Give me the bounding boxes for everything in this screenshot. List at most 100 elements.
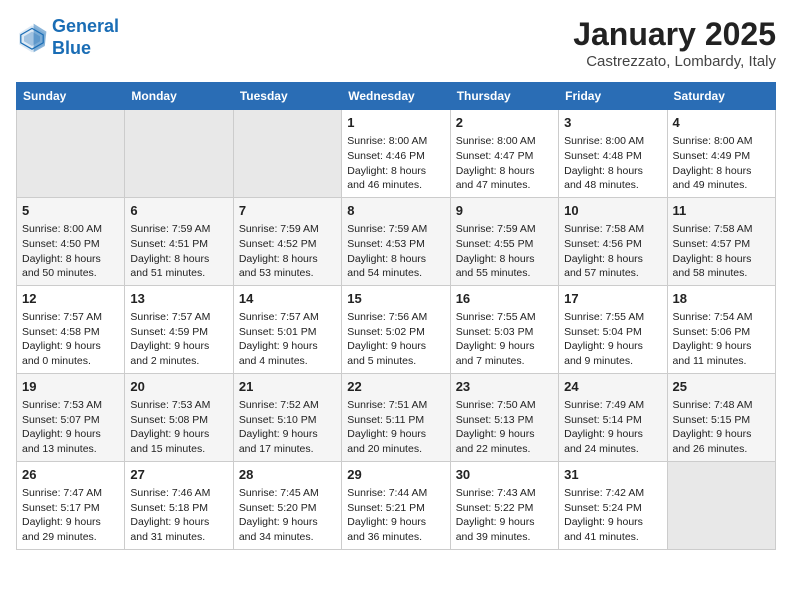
cell-content-line: Daylight: 8 hours <box>22 252 119 267</box>
cell-content-line: and 7 minutes. <box>456 354 553 369</box>
calendar-cell: 10Sunrise: 7:58 AMSunset: 4:56 PMDayligh… <box>559 197 667 285</box>
calendar-cell: 21 Sunrise: 7:52 AMSunset: 5:10 PMDayligh… <box>233 373 341 461</box>
day-number: 19 <box>22 378 119 396</box>
calendar-cell: 1Sunrise: 8:00 AMSunset: 4:46 PMDaylight… <box>342 110 450 198</box>
calendar-week-row: 12Sunrise: 7:57 AMSunset: 4:58 PMDayligh… <box>17 285 776 373</box>
cell-content-line: Sunrise: 7:56 AM <box>347 310 444 325</box>
cell-content-line: Sunrise: 7:42 AM <box>564 486 661 501</box>
calendar-cell <box>233 110 341 198</box>
calendar-cell: 15 Sunrise: 7:56 AMSunset: 5:02 PMDayligh… <box>342 285 450 373</box>
cell-content-line: Sunrise: 7:59 AM <box>347 222 444 237</box>
cell-content-line: Sunrise: 7:57 AM <box>22 310 119 325</box>
calendar-week-row: 19Sunrise: 7:53 AMSunset: 5:07 PMDayligh… <box>17 373 776 461</box>
day-number: 20 <box>130 378 227 396</box>
calendar-cell: 22Sunrise: 7:51 AMSunset: 5:11 PMDayligh… <box>342 373 450 461</box>
cell-content-line: Sunset: 5:17 PM <box>22 501 119 516</box>
cell-content-line: Sunset: 5:24 PM <box>564 501 661 516</box>
logo-icon <box>16 22 48 54</box>
cell-content-line: Sunset: 5:10 PM <box>239 413 336 428</box>
day-number: 8 <box>347 202 444 220</box>
cell-content-line: Sunset: 4:52 PM <box>239 237 336 252</box>
cell-content-line: Sunset: 5:02 PM <box>347 325 444 340</box>
day-number: 1 <box>347 114 444 132</box>
cell-content-line: and 22 minutes. <box>456 442 553 457</box>
cell-content-line: Sunrise: 8:00 AM <box>22 222 119 237</box>
cell-content-line: and 26 minutes. <box>673 442 770 457</box>
cell-content-line: Sunset: 4:57 PM <box>673 237 770 252</box>
calendar-cell: 5Sunrise: 8:00 AMSunset: 4:50 PMDaylight… <box>17 197 125 285</box>
cell-content-line: Daylight: 8 hours <box>673 252 770 267</box>
calendar-subtitle: Castrezzato, Lombardy, Italy <box>573 53 776 70</box>
day-number: 9 <box>456 202 553 220</box>
cell-content-line: and 29 minutes. <box>22 530 119 545</box>
day-number: 22 <box>347 378 444 396</box>
cell-content-line: Daylight: 9 hours <box>456 515 553 530</box>
calendar-cell: 13Sunrise: 7:57 AMSunset: 4:59 PMDayligh… <box>125 285 233 373</box>
calendar-cell: 25Sunrise: 7:48 AMSunset: 5:15 PMDayligh… <box>667 373 775 461</box>
cell-content-line: Daylight: 9 hours <box>130 427 227 442</box>
cell-content-line: Sunrise: 7:59 AM <box>456 222 553 237</box>
cell-content-line: Sunset: 5:04 PM <box>564 325 661 340</box>
cell-content-line: Daylight: 9 hours <box>673 427 770 442</box>
cell-content-line: Sunset: 5:14 PM <box>564 413 661 428</box>
cell-content-line: Sunrise: 7:57 AM <box>239 310 336 325</box>
calendar-cell <box>667 461 775 549</box>
cell-content-line: Daylight: 9 hours <box>456 339 553 354</box>
day-number: 7 <box>239 202 336 220</box>
cell-content-line: and 2 minutes. <box>130 354 227 369</box>
day-number: 17 <box>564 290 661 308</box>
cell-content-line: Sunset: 4:47 PM <box>456 149 553 164</box>
cell-content-line: and 34 minutes. <box>239 530 336 545</box>
cell-content-line: Sunset: 4:49 PM <box>673 149 770 164</box>
cell-content-line: Daylight: 9 hours <box>564 427 661 442</box>
cell-content-line: and 11 minutes. <box>673 354 770 369</box>
cell-content-line: and 46 minutes. <box>347 178 444 193</box>
calendar-cell: 17Sunrise: 7:55 AMSunset: 5:04 PMDayligh… <box>559 285 667 373</box>
calendar-cell: 23Sunrise: 7:50 AMSunset: 5:13 PMDayligh… <box>450 373 558 461</box>
cell-content-line: Daylight: 9 hours <box>347 515 444 530</box>
cell-content-line: and 13 minutes. <box>22 442 119 457</box>
cell-content-line: Daylight: 9 hours <box>239 427 336 442</box>
cell-content-line: Sunrise: 7:57 AM <box>130 310 227 325</box>
day-number: 28 <box>239 466 336 484</box>
day-number: 15 <box>347 290 444 308</box>
cell-content-line: Sunrise: 7:48 AM <box>673 398 770 413</box>
calendar-cell: 31Sunrise: 7:42 AMSunset: 5:24 PMDayligh… <box>559 461 667 549</box>
day-number: 12 <box>22 290 119 308</box>
cell-content-line: Sunset: 5:11 PM <box>347 413 444 428</box>
day-number: 5 <box>22 202 119 220</box>
cell-content-line: Sunset: 5:08 PM <box>130 413 227 428</box>
cell-content-line: and 15 minutes. <box>130 442 227 457</box>
cell-content-line: and 24 minutes. <box>564 442 661 457</box>
day-number: 21 <box>239 378 336 396</box>
cell-content-line: Sunrise: 7:59 AM <box>239 222 336 237</box>
day-number: 31 <box>564 466 661 484</box>
cell-content-line: Daylight: 9 hours <box>347 339 444 354</box>
cell-content-line: Sunrise: 7:52 AM <box>239 398 336 413</box>
weekday-header-wednesday: Wednesday <box>342 83 450 110</box>
day-number: 2 <box>456 114 553 132</box>
cell-content-line: Sunset: 4:55 PM <box>456 237 553 252</box>
cell-content-line: and 20 minutes. <box>347 442 444 457</box>
day-number: 27 <box>130 466 227 484</box>
cell-content-line: Sunrise: 8:00 AM <box>564 134 661 149</box>
cell-content-line: Daylight: 8 hours <box>456 164 553 179</box>
logo-text: General Blue <box>52 16 119 59</box>
calendar-cell: 27Sunrise: 7:46 AMSunset: 5:18 PMDayligh… <box>125 461 233 549</box>
cell-content-line: Sunrise: 8:00 AM <box>347 134 444 149</box>
cell-content-line: and 17 minutes. <box>239 442 336 457</box>
cell-content-line: Daylight: 8 hours <box>347 164 444 179</box>
calendar-cell: 6Sunrise: 7:59 AMSunset: 4:51 PMDaylight… <box>125 197 233 285</box>
day-number: 13 <box>130 290 227 308</box>
cell-content-line: Sunrise: 7:54 AM <box>673 310 770 325</box>
weekday-header-friday: Friday <box>559 83 667 110</box>
calendar-cell: 2Sunrise: 8:00 AMSunset: 4:47 PMDaylight… <box>450 110 558 198</box>
cell-content-line: and 49 minutes. <box>673 178 770 193</box>
calendar-cell: 11Sunrise: 7:58 AMSunset: 4:57 PMDayligh… <box>667 197 775 285</box>
cell-content-line: Sunrise: 7:43 AM <box>456 486 553 501</box>
cell-content-line: Sunrise: 7:46 AM <box>130 486 227 501</box>
cell-content-line: Sunrise: 7:49 AM <box>564 398 661 413</box>
calendar-title: January 2025 <box>573 16 776 53</box>
cell-content-line: Sunrise: 7:55 AM <box>456 310 553 325</box>
cell-content-line: and 9 minutes. <box>564 354 661 369</box>
